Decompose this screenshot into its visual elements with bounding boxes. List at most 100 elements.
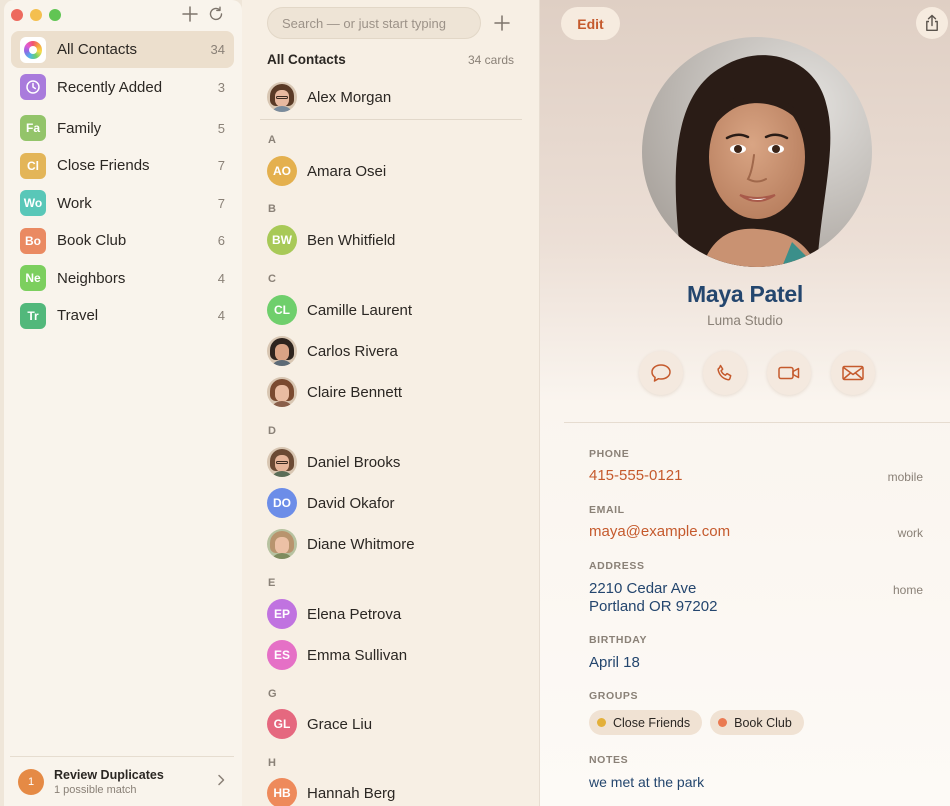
contact-detail-pane: Edit Maya Patel Luma Studio PHONE 415-55… (539, 0, 950, 806)
list-title: All Contacts (267, 52, 346, 67)
dot-icon (597, 718, 606, 727)
add-group-button[interactable] (180, 4, 200, 24)
close-window-button[interactable] (11, 9, 23, 21)
contact-list-pane: All Contacts 34 cards Alex Morgan A AO A… (242, 0, 539, 806)
group-label: All Contacts (57, 41, 138, 58)
clock-icon (20, 74, 46, 100)
search-input[interactable] (267, 7, 481, 39)
chevron-right-icon (216, 773, 226, 791)
zoom-window-button[interactable] (49, 9, 61, 21)
window-controls (11, 9, 61, 21)
family-group-icon: Fa (20, 115, 46, 141)
contact-name: Hannah Berg (307, 784, 396, 802)
review-duplicates-banner[interactable]: 1 Review Duplicates 1 possible match (10, 756, 234, 806)
sidebar: All Contacts 34 Recently Added 3 Fa Fami… (4, 0, 242, 806)
phone-label: PHONE (589, 448, 630, 460)
list-header: All Contacts 34 cards (267, 52, 514, 67)
sidebar-item-work[interactable]: Wo Work 7 (11, 185, 234, 222)
contact-row[interactable]: Diane Whitmore (267, 527, 517, 561)
section-header-d: D (268, 425, 276, 437)
edit-button[interactable]: Edit (561, 7, 620, 40)
contact-photo[interactable] (642, 37, 872, 267)
divider (564, 422, 950, 423)
contact-name: Carlos Rivera (307, 342, 398, 360)
group-chips: Close Friends Book Club (589, 710, 804, 735)
message-bubble-icon (651, 364, 671, 382)
contact-row[interactable]: Daniel Brooks (267, 445, 517, 479)
sidebar-item-travel[interactable]: Tr Travel 4 (11, 297, 234, 334)
add-contact-button[interactable] (492, 13, 512, 33)
phone-icon (717, 364, 732, 381)
address-line-1[interactable]: 2210 Cedar Ave (589, 580, 696, 597)
contact-row[interactable]: DO David Okafor (267, 486, 517, 520)
group-count: 3 (217, 79, 225, 95)
group-count: 4 (217, 270, 225, 286)
avatar: BW (267, 225, 297, 255)
chip-label: Book Club (734, 715, 792, 730)
call-button[interactable] (703, 351, 747, 395)
work-group-icon: Wo (20, 190, 46, 216)
sidebar-item-all-contacts[interactable]: All Contacts 34 (11, 31, 234, 68)
group-count: 7 (217, 195, 225, 211)
contact-row[interactable]: GL Grace Liu (267, 707, 517, 741)
email-button[interactable] (831, 351, 875, 395)
section-header-b: B (268, 203, 276, 215)
sidebar-item-neighbors[interactable]: Ne Neighbors 4 (11, 260, 234, 297)
notes-label: NOTES (589, 754, 629, 766)
group-chip-book-club[interactable]: Book Club (710, 710, 804, 735)
address-type-tag: home (892, 583, 923, 597)
sidebar-item-family[interactable]: Fa Family 5 (11, 110, 234, 147)
contact-row[interactable]: HB Hannah Berg (267, 776, 517, 806)
contact-name-heading: Maya Patel (687, 281, 803, 307)
section-header-a: A (268, 134, 276, 146)
contact-row[interactable]: AO Amara Osei (267, 154, 517, 188)
envelope-icon (842, 365, 864, 381)
sidebar-item-book-club[interactable]: Bo Book Club 6 (11, 222, 234, 259)
plus-icon (182, 6, 198, 22)
video-call-button[interactable] (767, 351, 811, 395)
sync-button[interactable] (206, 4, 226, 24)
message-button[interactable] (639, 351, 683, 395)
review-duplicates-title: Review Duplicates (54, 767, 164, 782)
contact-name: Grace Liu (307, 715, 373, 733)
minimize-window-button[interactable] (30, 9, 42, 21)
contact-row[interactable]: BW Ben Whitfield (267, 223, 517, 257)
share-button[interactable] (916, 7, 948, 39)
email-type-tag: work (897, 526, 923, 540)
avatar (267, 336, 297, 366)
duplicates-count-badge: 1 (18, 768, 44, 795)
card-count: 34 cards (467, 53, 514, 67)
notes-value[interactable]: we met at the park (589, 774, 704, 790)
address-line-2[interactable]: Portland OR 97202 (589, 598, 717, 615)
group-label: Neighbors (57, 269, 126, 287)
rainbow-circle-icon (20, 36, 46, 63)
avatar: ES (267, 640, 297, 670)
contact-name: Amara Osei (307, 162, 387, 180)
contact-company: Luma Studio (707, 313, 783, 328)
email-label: EMAIL (589, 504, 625, 516)
sidebar-item-recently-added[interactable]: Recently Added 3 (11, 69, 234, 106)
avatar: AO (267, 156, 297, 186)
review-duplicates-subtitle: 1 possible match (54, 783, 137, 796)
birthday-value: April 18 (589, 654, 640, 671)
contact-name: Claire Bennett (307, 383, 403, 401)
contact-name: Elena Petrova (307, 605, 402, 623)
phone-value[interactable]: 415-555-0121 (589, 467, 682, 484)
my-card-row[interactable]: Alex Morgan (267, 80, 517, 114)
group-chip-close-friends[interactable]: Close Friends (589, 710, 703, 735)
chip-label: Close Friends (613, 715, 691, 730)
contact-row[interactable]: Carlos Rivera (267, 334, 517, 368)
contact-row[interactable]: ES Emma Sullivan (267, 638, 517, 672)
quick-actions (639, 351, 875, 395)
contact-row[interactable]: CL Camille Laurent (267, 293, 517, 327)
groups-label: GROUPS (589, 690, 639, 702)
contact-name: Ben Whitfield (307, 231, 396, 249)
phone-type-tag: mobile (887, 470, 923, 484)
contact-row[interactable]: EP Elena Petrova (267, 597, 517, 631)
email-value[interactable]: maya@example.com (589, 523, 730, 540)
sidebar-item-close-friends[interactable]: Cl Close Friends 7 (11, 147, 234, 184)
contact-row[interactable]: Claire Bennett (267, 375, 517, 409)
avatar (267, 377, 297, 407)
group-label: Book Club (57, 232, 127, 249)
contact-name: David Okafor (307, 494, 395, 512)
